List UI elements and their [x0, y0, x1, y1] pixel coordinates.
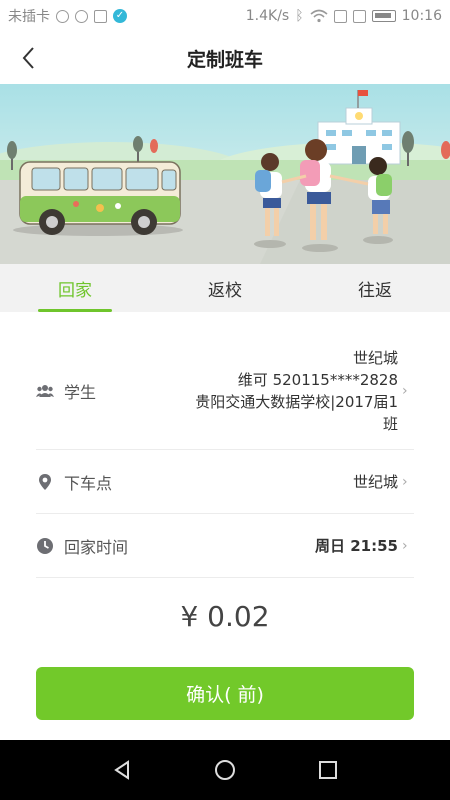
- app-header: 定制班车: [0, 32, 450, 84]
- page-title: 定制班车: [186, 48, 263, 71]
- triangle-back-icon: [113, 760, 129, 780]
- dropoff-label: 下车点: [64, 473, 113, 493]
- tab-round-trip[interactable]: 往返: [300, 264, 450, 312]
- home-time-row[interactable]: 回家时间 周日 21:55 ›: [36, 514, 414, 578]
- chevron-right-icon: ›: [402, 537, 408, 554]
- home-time-label: 回家时间: [64, 537, 129, 557]
- confirm-button[interactable]: 确认( 前): [36, 667, 414, 720]
- trip-type-tabs: 回家 返校 往返: [0, 264, 450, 312]
- location-icon: [56, 9, 69, 23]
- location-pin-icon: [36, 473, 54, 491]
- student-value-line: 维可 520115****2828: [237, 370, 398, 389]
- nav-home-button[interactable]: [205, 750, 245, 790]
- carrier-text: 未插卡: [8, 9, 50, 25]
- home-time-value: 周日 21:55: [315, 536, 398, 555]
- dropoff-row[interactable]: 下车点 世纪城 ›: [36, 450, 414, 514]
- banner-illustration: [0, 84, 450, 264]
- image-icon: [94, 9, 107, 23]
- square-recents-icon: [319, 761, 338, 779]
- network-speed: 1.4K/s: [245, 8, 290, 24]
- people-icon: [36, 382, 54, 400]
- sim-slot-1-icon: [333, 9, 347, 23]
- battery-icon: [371, 10, 396, 22]
- nav-recents-button[interactable]: [308, 750, 348, 790]
- chevron-right-icon: ›: [402, 473, 408, 490]
- status-bar: 未插卡 ✓ 1.4K/s ᛒ 10:16: [0, 0, 450, 32]
- signal-app-icon: [75, 9, 88, 23]
- circle-home-icon: [214, 760, 235, 780]
- chevron-left-icon: [22, 47, 34, 69]
- clock: 10:16: [401, 8, 442, 24]
- student-label: 学生: [64, 382, 97, 402]
- wifi-icon: [310, 9, 328, 23]
- system-nav-bar: [0, 740, 450, 800]
- back-button[interactable]: [12, 42, 44, 74]
- student-value-line: 贵阳交通大数据学校|2017届1: [195, 392, 398, 411]
- bluetooth-icon: ᛒ: [295, 8, 304, 24]
- tab-go-home[interactable]: 回家: [0, 264, 150, 312]
- school-bus-illustration: [0, 84, 450, 264]
- student-value-line: 世纪城: [352, 348, 398, 367]
- nav-back-button[interactable]: [102, 750, 142, 790]
- verified-icon: ✓: [113, 9, 127, 23]
- chevron-right-icon: ›: [402, 382, 408, 399]
- price-amount: ¥ 0.02: [180, 600, 270, 633]
- student-value: 世纪城 维可 520115****2828 贵阳交通大数据学校|2017届1 班: [160, 347, 398, 435]
- tab-return-school[interactable]: 返校: [150, 264, 300, 312]
- clock-icon: [36, 537, 54, 555]
- student-value-line: 班: [382, 414, 398, 433]
- sim-slot-2-icon: [352, 9, 366, 23]
- dropoff-value: 世纪城: [352, 472, 398, 491]
- student-row[interactable]: 学生 世纪城 维可 520115****2828 贵阳交通大数据学校|2017届…: [36, 332, 414, 450]
